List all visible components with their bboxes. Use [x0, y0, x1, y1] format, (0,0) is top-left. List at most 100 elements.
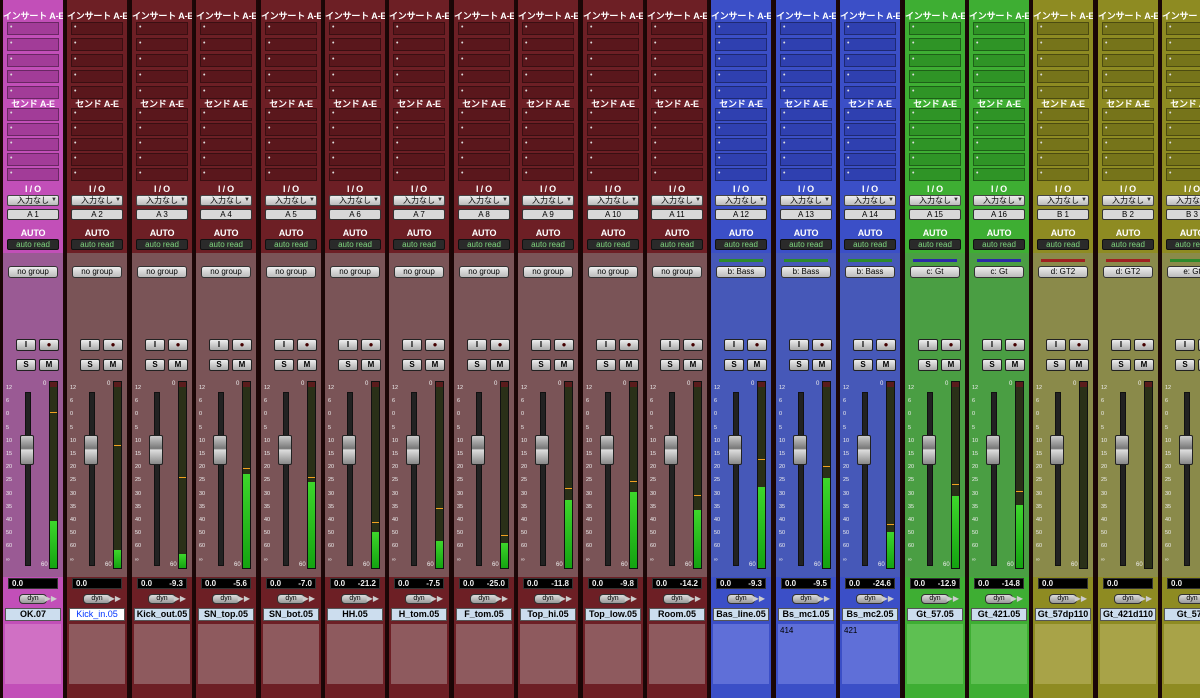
send-slot[interactable]: •	[651, 108, 703, 121]
insert-slot[interactable]: •	[844, 38, 896, 51]
send-slot[interactable]: •	[136, 168, 188, 181]
input-selector[interactable]: 入力なし▼	[458, 195, 510, 206]
output-selector[interactable]: A 16	[973, 209, 1025, 220]
automation-mode-selector[interactable]: auto read	[200, 239, 252, 250]
send-slot[interactable]: •	[780, 168, 832, 181]
send-slot[interactable]: •	[844, 108, 896, 121]
insert-slot[interactable]: •	[1166, 38, 1200, 51]
automation-mode-selector[interactable]: auto read	[844, 239, 896, 250]
send-slot[interactable]: •	[715, 138, 767, 151]
fader-track[interactable]	[218, 392, 224, 566]
insert-slot[interactable]: •	[844, 22, 896, 35]
send-slot[interactable]: •	[715, 153, 767, 166]
insert-slot[interactable]: •	[651, 22, 703, 35]
group-selector[interactable]: no group	[652, 266, 702, 278]
insert-slot[interactable]: •	[329, 54, 381, 67]
mute-button[interactable]: M	[683, 359, 703, 371]
output-selector[interactable]: A 15	[909, 209, 961, 220]
insert-slot[interactable]: •	[909, 38, 961, 51]
insert-slot[interactable]: •	[651, 38, 703, 51]
send-slot[interactable]: •	[1037, 138, 1089, 151]
send-slot[interactable]: •	[71, 153, 123, 166]
send-slot[interactable]: •	[651, 168, 703, 181]
mute-button[interactable]: M	[232, 359, 252, 371]
insert-slot[interactable]: •	[522, 70, 574, 83]
insert-slot[interactable]: •	[780, 54, 832, 67]
send-slot[interactable]: •	[393, 153, 445, 166]
send-slot[interactable]: •	[329, 108, 381, 121]
send-slot[interactable]: •	[780, 153, 832, 166]
volume-readout[interactable]: 0.0 -12.9	[910, 578, 960, 589]
send-slot[interactable]: •	[71, 123, 123, 136]
input-selector[interactable]: 入力なし▼	[587, 195, 639, 206]
group-selector[interactable]: no group	[72, 266, 122, 278]
send-slot[interactable]: •	[200, 168, 252, 181]
expand-arrow-icon[interactable]: ▶▶	[947, 594, 959, 603]
record-enable-button[interactable]: ●	[168, 339, 188, 351]
send-slot[interactable]: •	[7, 168, 59, 181]
send-slot[interactable]: •	[973, 168, 1025, 181]
insert-slot[interactable]: •	[1166, 22, 1200, 35]
send-slot[interactable]: •	[1037, 168, 1089, 181]
send-slot[interactable]: •	[780, 108, 832, 121]
send-slot[interactable]: •	[973, 153, 1025, 166]
send-slot[interactable]: •	[7, 123, 59, 136]
input-selector[interactable]: 入力なし▼	[909, 195, 961, 206]
insert-slot[interactable]: •	[7, 70, 59, 83]
input-monitor-button[interactable]: I	[209, 339, 229, 351]
group-selector[interactable]: c: Gt	[910, 266, 960, 278]
automation-mode-selector[interactable]: auto read	[780, 239, 832, 250]
track-comment[interactable]	[713, 624, 769, 684]
insert-slot[interactable]: •	[1166, 70, 1200, 83]
volume-fader[interactable]	[278, 435, 292, 466]
send-slot[interactable]: •	[200, 108, 252, 121]
send-slot[interactable]: •	[71, 108, 123, 121]
volume-fader[interactable]	[1179, 435, 1193, 466]
fader-track[interactable]	[154, 392, 160, 566]
send-slot[interactable]: •	[522, 123, 574, 136]
insert-slot[interactable]: •	[1102, 70, 1154, 83]
insert-slot[interactable]: •	[393, 70, 445, 83]
mute-button[interactable]: M	[168, 359, 188, 371]
input-selector[interactable]: 入力なし▼	[1166, 195, 1200, 206]
volume-fader[interactable]	[728, 435, 742, 466]
automation-mode-selector[interactable]: auto read	[265, 239, 317, 250]
send-slot[interactable]: •	[909, 153, 961, 166]
group-selector[interactable]: c: Gt	[974, 266, 1024, 278]
insert-slot[interactable]: •	[587, 70, 639, 83]
mute-button[interactable]: M	[490, 359, 510, 371]
insert-slot[interactable]: •	[587, 22, 639, 35]
insert-slot[interactable]: •	[973, 54, 1025, 67]
record-enable-button[interactable]: ●	[103, 339, 123, 351]
send-slot[interactable]: •	[1166, 108, 1200, 121]
insert-slot[interactable]: •	[458, 70, 510, 83]
send-slot[interactable]: •	[200, 138, 252, 151]
fader-track[interactable]	[1055, 392, 1061, 566]
record-enable-button[interactable]: ●	[683, 339, 703, 351]
expand-arrow-icon[interactable]: ▶▶	[367, 594, 379, 603]
send-slot[interactable]: •	[265, 108, 317, 121]
dyn-button[interactable]: dyn	[212, 594, 240, 604]
send-slot[interactable]: •	[265, 123, 317, 136]
send-slot[interactable]: •	[1102, 123, 1154, 136]
send-slot[interactable]: •	[780, 123, 832, 136]
insert-slot[interactable]: •	[780, 38, 832, 51]
dyn-button[interactable]: dyn	[83, 594, 111, 604]
send-slot[interactable]: •	[651, 138, 703, 151]
fader-track[interactable]	[605, 392, 611, 566]
insert-slot[interactable]: •	[715, 22, 767, 35]
track-name[interactable]: OK.07	[5, 608, 61, 621]
expand-arrow-icon[interactable]: ▶▶	[560, 594, 572, 603]
input-monitor-button[interactable]: I	[724, 339, 744, 351]
send-slot[interactable]: •	[458, 153, 510, 166]
input-monitor-button[interactable]: I	[467, 339, 487, 351]
insert-slot[interactable]: •	[200, 54, 252, 67]
mute-button[interactable]: M	[425, 359, 445, 371]
expand-arrow-icon[interactable]: ▶▶	[818, 594, 830, 603]
input-selector[interactable]: 入力なし▼	[1037, 195, 1089, 206]
send-slot[interactable]: •	[1037, 153, 1089, 166]
fader-track[interactable]	[1184, 392, 1190, 566]
track-name[interactable]: Gt_57d	[1164, 608, 1200, 621]
volume-readout[interactable]: 0.0 -14.2	[652, 578, 702, 589]
track-comment[interactable]	[263, 624, 319, 684]
